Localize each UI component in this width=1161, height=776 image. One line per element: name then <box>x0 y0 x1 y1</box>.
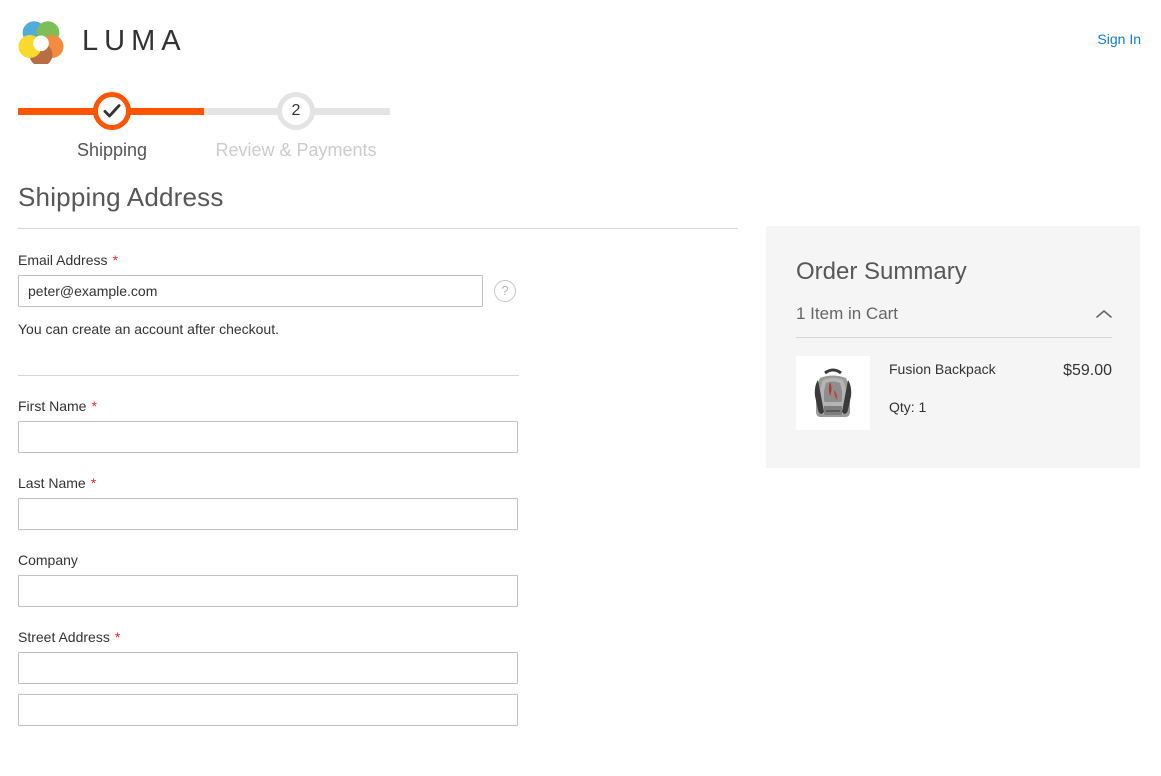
last-name-label-text: Last Name <box>18 475 86 491</box>
email-address-label: Email Address * <box>18 252 538 268</box>
cart-line-item: Fusion Backpack Qty: 1 $59.00 <box>796 356 1112 430</box>
first-name-input[interactable] <box>18 421 518 453</box>
first-name-label: First Name * <box>18 398 538 414</box>
company-label: Company <box>18 552 538 568</box>
street-address-line-2-input[interactable] <box>18 694 518 726</box>
company-label-text: Company <box>18 552 78 568</box>
street-address-label: Street Address * <box>18 629 538 645</box>
first-name-field-group: First Name * <box>18 398 538 453</box>
email-address-label-text: Email Address <box>18 252 108 268</box>
company-field-group: Company <box>18 552 538 607</box>
product-price: $59.00 <box>1063 362 1112 379</box>
form-divider <box>18 375 519 376</box>
summary-divider <box>796 337 1112 338</box>
required-marker: * <box>90 475 97 491</box>
email-address-row: ? <box>18 275 538 307</box>
cart-items-count-label: 1 Item in Cart <box>796 304 899 323</box>
required-marker: * <box>91 398 97 414</box>
street-address-field-group: Street Address * <box>18 629 538 726</box>
street-address-label-text: Street Address <box>18 629 110 645</box>
street-address-line-1-input[interactable] <box>18 652 518 684</box>
product-qty: Qty: 1 <box>889 399 927 415</box>
company-input[interactable] <box>18 575 518 607</box>
luma-logo <box>18 18 64 64</box>
shipping-address-form: Email Address* ? You can create an accou… <box>18 252 538 726</box>
required-marker: * <box>114 629 121 645</box>
brand-name: LUMA <box>82 24 187 57</box>
progress-step-review-payments[interactable]: 2 Review & Payments <box>186 88 406 161</box>
title-divider <box>18 228 738 229</box>
order-summary-panel: Order Summary 1 Item in Cart Fusion Back… <box>766 226 1140 468</box>
step-number: 2 <box>291 102 301 119</box>
chevron-up-icon[interactable] <box>1096 309 1112 319</box>
order-summary-title: Order Summary <box>796 258 967 285</box>
checkout-progress-bar: Shipping 2 Review & Payments <box>18 88 390 160</box>
cart-line-item-details: Fusion Backpack Qty: 1 <box>889 361 996 430</box>
last-name-field-group: Last Name * <box>18 475 538 530</box>
product-name: Fusion Backpack <box>889 361 996 377</box>
last-name-label: Last Name * <box>18 475 538 491</box>
email-input[interactable] <box>18 275 483 307</box>
step-marker-shipping <box>93 92 131 130</box>
product-thumbnail-fusion-backpack[interactable] <box>796 356 870 430</box>
step-marker-review-payments: 2 <box>277 92 315 130</box>
required-marker: * <box>112 252 118 268</box>
page-header: LUMA Sign In <box>0 0 1161 78</box>
first-name-label-text: First Name <box>18 398 87 414</box>
email-address-field-group: Email Address* ? You can create an accou… <box>18 252 538 337</box>
cart-items-toggle[interactable]: 1 Item in Cart <box>796 304 1112 324</box>
sign-in-link[interactable]: Sign In <box>1097 31 1141 47</box>
check-icon <box>102 101 122 121</box>
cart-line-item-body: Fusion Backpack Qty: 1 $59.00 <box>870 356 1112 430</box>
last-name-input[interactable] <box>18 498 518 530</box>
page-title: Shipping Address <box>18 182 224 212</box>
question-mark-icon[interactable]: ? <box>494 280 516 302</box>
email-hint-text: You can create an account after checkout… <box>18 321 279 337</box>
logo-link[interactable]: LUMA <box>18 18 187 64</box>
progress-step-label-review-payments: Review & Payments <box>215 140 377 160</box>
